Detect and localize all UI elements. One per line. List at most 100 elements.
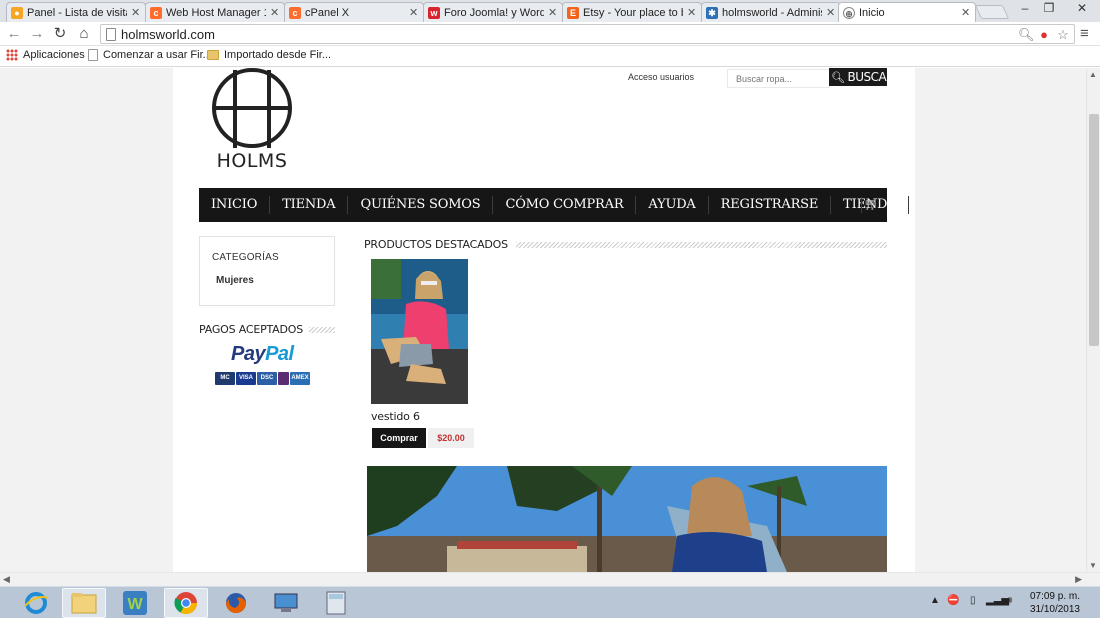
- nav-item-quienes-somos[interactable]: QUIÉNES SOMOS: [348, 196, 494, 214]
- page-viewport: HOLMS Acceso usuarios 🔍︎ BUSCAR INICIO T…: [0, 68, 1086, 572]
- category-link-mujeres[interactable]: Mujeres: [216, 275, 254, 286]
- bookmarks-bar: Aplicaciones Comenzar a usar Fir... Impo…: [0, 46, 1100, 67]
- payments-heading: PAGOS ACEPTADOS: [199, 323, 335, 336]
- product-photo: [371, 259, 468, 404]
- globe-icon: ⊕: [843, 6, 855, 19]
- tab-close-icon[interactable]: ✕: [961, 6, 971, 19]
- nav-item-como-comprar[interactable]: CÓMO COMPRAR: [493, 196, 637, 214]
- scroll-left-icon[interactable]: ◀: [3, 574, 10, 585]
- tab-close-icon[interactable]: ✕: [687, 6, 697, 19]
- restore-icon[interactable]: ❐: [1036, 0, 1062, 18]
- bookmark-apps[interactable]: Aplicaciones: [6, 49, 85, 61]
- payments-title: PAGOS ACEPTADOS: [199, 323, 304, 336]
- nav-item-tienda[interactable]: TIENDA: [270, 196, 349, 214]
- internet-explorer-icon[interactable]: [14, 588, 58, 618]
- page-icon: [106, 28, 116, 41]
- search-field[interactable]: [727, 69, 830, 88]
- paypal-pal: Pal: [265, 343, 294, 365]
- address-bar[interactable]: holmsworld.com 🔍︎ ● ☆: [100, 24, 1075, 44]
- logo-bar-middle: [214, 106, 290, 110]
- product-name[interactable]: vestido 6: [371, 410, 420, 423]
- scroll-up-icon[interactable]: ▲: [1089, 70, 1097, 79]
- search-button[interactable]: 🔍︎ BUSCAR: [829, 68, 895, 86]
- new-tab-button[interactable]: [974, 5, 1010, 19]
- product-price: $20.00: [428, 428, 474, 448]
- home-icon[interactable]: ⌂: [75, 25, 93, 43]
- logo-wordmark: HOLMS: [216, 150, 288, 172]
- scroll-thumb[interactable]: [1089, 114, 1099, 346]
- amex-icon: AMEX: [290, 372, 310, 385]
- zoom-search-icon[interactable]: 🔍︎: [1018, 27, 1035, 43]
- tab-label: Etsy - Your place to bu: [583, 6, 683, 19]
- chrome-icon[interactable]: [164, 588, 208, 618]
- site-logo[interactable]: HOLMS: [210, 68, 294, 172]
- tab-label: holmsworld - Adminis: [722, 6, 822, 19]
- volume-icon[interactable]: 🔊︎: [1006, 595, 1012, 606]
- page-icon: [88, 49, 98, 61]
- webmatrix-icon[interactable]: W: [113, 588, 157, 618]
- tab-whm[interactable]: c Web Host Manager 11 ✕: [145, 2, 285, 22]
- tab-close-icon[interactable]: ✕: [131, 6, 141, 19]
- bookmark-label: Importado desde Fir...: [224, 49, 331, 61]
- scroll-down-icon[interactable]: ▼: [1089, 561, 1097, 570]
- tab-inicio[interactable]: ⊕ Inicio ✕: [838, 2, 976, 22]
- nav-item-ayuda[interactable]: AYUDA: [636, 196, 709, 214]
- apps-grid-icon: [6, 49, 18, 61]
- tab-close-icon[interactable]: ✕: [548, 6, 558, 19]
- forward-icon[interactable]: →: [28, 25, 46, 43]
- menu-icon[interactable]: ≡: [1080, 25, 1094, 43]
- scroll-right-icon[interactable]: ▶: [1075, 574, 1082, 585]
- file-explorer-icon[interactable]: [62, 588, 106, 618]
- remote-desktop-icon[interactable]: [264, 588, 308, 618]
- bookmark-star-icon[interactable]: ☆: [1055, 27, 1071, 43]
- search-button-label: BUSCAR: [847, 70, 895, 84]
- tab-foro-joomla[interactable]: w Foro Joomla! y WordP ✕: [423, 2, 563, 22]
- clock-time: 07:09 p. m.: [1029, 591, 1080, 602]
- search-input[interactable]: [728, 70, 829, 87]
- bookmark-comenzar[interactable]: Comenzar a usar Fir...: [88, 49, 212, 61]
- discover-icon: DSC: [257, 372, 277, 385]
- tab-etsy[interactable]: E Etsy - Your place to bu ✕: [562, 2, 702, 22]
- tab-close-icon[interactable]: ✕: [270, 6, 280, 19]
- show-hidden-icons-icon[interactable]: ▲: [930, 595, 940, 606]
- back-icon[interactable]: ←: [5, 25, 23, 43]
- vertical-scrollbar[interactable]: ▲ ▼: [1086, 68, 1100, 572]
- battery-icon[interactable]: ▯: [970, 595, 976, 606]
- paypal-logo: PayPal MC VISA DSC AMEX: [215, 343, 319, 389]
- featured-heading: PRODUCTOS DESTACADOS: [364, 238, 887, 251]
- windows-taskbar: W ▲ ⛔ ▯ ▂▃▅ 🔊︎ 07:09 p. m. 31/10/2013: [0, 586, 1100, 618]
- bookmark-label: Comenzar a usar Fir...: [103, 49, 212, 61]
- paypal-wordmark: PayPal: [231, 343, 294, 366]
- banner-photo: [367, 466, 887, 572]
- horizontal-scrollbar[interactable]: ◀ ▶: [0, 572, 1100, 586]
- system-clock[interactable]: 07:09 p. m. 31/10/2013: [1030, 590, 1080, 616]
- url-text[interactable]: holmsworld.com: [121, 27, 215, 42]
- nav-item-inicio[interactable]: INICIO: [199, 196, 271, 214]
- tab-cpanel[interactable]: c cPanel X ✕: [284, 2, 424, 22]
- buy-button[interactable]: Comprar: [372, 428, 426, 448]
- minimize-icon[interactable]: –: [1012, 0, 1038, 18]
- bookmark-importado[interactable]: Importado desde Fir...: [207, 49, 331, 61]
- nav-item-registrarse[interactable]: REGISTRARSE: [709, 196, 832, 214]
- svg-text:W: W: [127, 596, 143, 613]
- card-icon: [278, 372, 289, 385]
- product-image[interactable]: [371, 259, 468, 404]
- categories-box: CATEGORÍAS Mujeres: [199, 236, 335, 306]
- tab-close-icon[interactable]: ✕: [826, 6, 836, 19]
- close-window-icon[interactable]: ✕: [1064, 0, 1100, 18]
- tab-close-icon[interactable]: ✕: [409, 6, 419, 19]
- calculator-icon[interactable]: [314, 588, 358, 618]
- mastercard-icon: MC: [215, 372, 235, 385]
- tab-label: Web Host Manager 11: [166, 6, 266, 19]
- tab-panel[interactable]: ● Panel - Lista de visitan ✕: [6, 2, 146, 22]
- forum-favicon-icon: w: [428, 6, 440, 19]
- cart-icon[interactable]: 🛒︎: [861, 197, 879, 213]
- tab-holmsworld-admin[interactable]: ✱ holmsworld - Adminis ✕: [701, 2, 841, 22]
- login-link[interactable]: Acceso usuarios: [628, 72, 694, 82]
- visa-icon: VISA: [236, 372, 256, 385]
- firefox-icon[interactable]: [214, 588, 258, 618]
- security-alert-icon[interactable]: ⛔: [947, 595, 959, 606]
- reload-icon[interactable]: ↻: [51, 25, 69, 43]
- bookmark-label: Aplicaciones: [23, 49, 85, 61]
- extension-icon[interactable]: ●: [1036, 27, 1052, 43]
